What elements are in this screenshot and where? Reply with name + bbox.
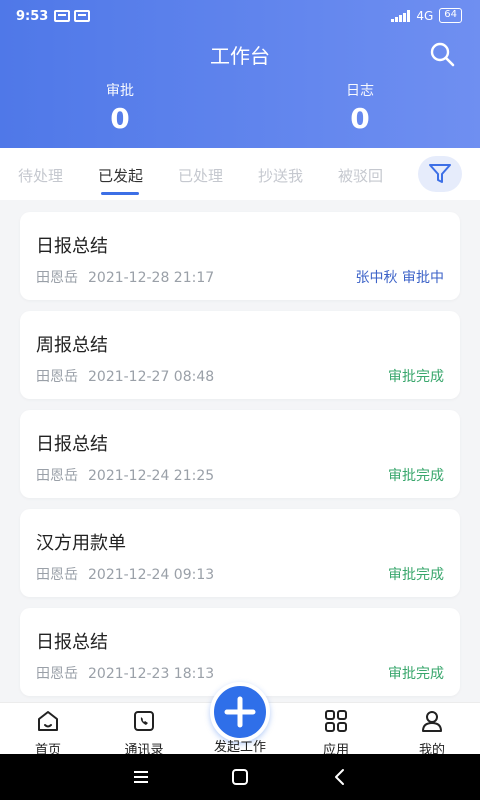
status-time: 9:53 (16, 9, 49, 24)
stat-approval-value: 0 (110, 102, 130, 135)
header: 9:53 4G 64 工作台 审批 0 日志 0 (0, 0, 480, 148)
card-datetime: 2021-12-27 08:48 (88, 369, 215, 385)
plus-icon (224, 696, 256, 728)
card-meta: 田恩岳 2021-12-27 08:48 (36, 366, 214, 386)
status-bar: 9:53 4G 64 (0, 0, 480, 34)
system-nav-bar (0, 754, 480, 800)
approval-card[interactable]: 日报总结 田恩岳 2021-12-28 21:17 张中秋 审批中 (20, 212, 460, 300)
card-meta: 田恩岳 2021-12-24 09:13 (36, 564, 214, 584)
card-title: 日报总结 (36, 434, 108, 455)
card-author: 田恩岳 (36, 369, 78, 385)
create-work-button[interactable] (210, 682, 270, 742)
card-status: 审批完成 (388, 567, 444, 583)
network-type: 4G (416, 8, 434, 23)
card-title: 日报总结 (36, 632, 108, 653)
card-meta: 田恩岳 2021-12-23 18:13 (36, 663, 214, 683)
stat-approval[interactable]: 审批 0 (60, 80, 180, 135)
page-title: 工作台 (210, 44, 270, 68)
stat-approval-label: 审批 (106, 83, 134, 99)
menu-icon[interactable] (131, 768, 151, 786)
back-icon[interactable] (330, 768, 350, 786)
apps-icon (325, 710, 347, 732)
tab-initiated[interactable]: 已发起 (98, 165, 143, 186)
stat-log-value: 0 (350, 102, 370, 135)
home-icon (38, 711, 58, 731)
home-square-icon[interactable] (230, 768, 250, 786)
stat-log[interactable]: 日志 0 (300, 80, 420, 135)
card-author: 田恩岳 (36, 468, 78, 484)
status-right: 4G 64 (391, 8, 462, 23)
approval-card[interactable]: 周报总结 田恩岳 2021-12-27 08:48 审批完成 (20, 311, 460, 399)
signal-icon (391, 9, 411, 22)
search-icon[interactable] (428, 40, 456, 68)
nav-apps[interactable]: 应用 (296, 709, 376, 758)
card-datetime: 2021-12-23 18:13 (88, 666, 215, 682)
tab-bar: 待处理 已发起 已处理 抄送我 被驳回 (0, 148, 480, 200)
card-status: 审批完成 (388, 468, 444, 484)
nav-mine[interactable]: 我的 (392, 709, 472, 758)
notification-icons (54, 10, 90, 22)
card-author: 田恩岳 (36, 270, 78, 286)
active-tab-indicator (101, 192, 139, 195)
card-author: 田恩岳 (36, 567, 78, 583)
nav-contacts[interactable]: 通讯录 (104, 709, 184, 758)
card-title: 汉方用款单 (36, 533, 126, 554)
battery-icon: 64 (439, 8, 462, 23)
card-status: 张中秋 审批中 (355, 270, 444, 286)
approval-card[interactable]: 日报总结 田恩岳 2021-12-24 21:25 审批完成 (20, 410, 460, 498)
contacts-icon (134, 711, 154, 731)
card-title: 日报总结 (36, 236, 108, 257)
filter-button[interactable] (418, 156, 462, 192)
filter-icon (429, 164, 451, 183)
card-status: 审批完成 (388, 369, 444, 385)
card-datetime: 2021-12-24 09:13 (88, 567, 215, 583)
tab-pending[interactable]: 待处理 (18, 165, 63, 186)
card-author: 田恩岳 (36, 666, 78, 682)
stat-log-label: 日志 (346, 83, 374, 99)
nav-home[interactable]: 首页 (8, 709, 88, 758)
card-meta: 田恩岳 2021-12-24 21:25 (36, 465, 214, 485)
card-title: 周报总结 (36, 335, 108, 356)
tab-rejected[interactable]: 被驳回 (338, 165, 383, 186)
tab-cc-me[interactable]: 抄送我 (258, 165, 303, 186)
card-status: 审批完成 (388, 666, 444, 682)
message-icon (54, 10, 70, 22)
create-work-label: 发起工作 (213, 740, 266, 755)
card-meta: 田恩岳 2021-12-28 21:17 (36, 267, 214, 287)
user-icon (422, 711, 442, 732)
card-datetime: 2021-12-24 21:25 (88, 468, 215, 484)
message-icon (74, 10, 90, 22)
approval-card[interactable]: 汉方用款单 田恩岳 2021-12-24 09:13 审批完成 (20, 509, 460, 597)
card-datetime: 2021-12-28 21:17 (88, 270, 215, 286)
tab-processed[interactable]: 已处理 (178, 165, 223, 186)
